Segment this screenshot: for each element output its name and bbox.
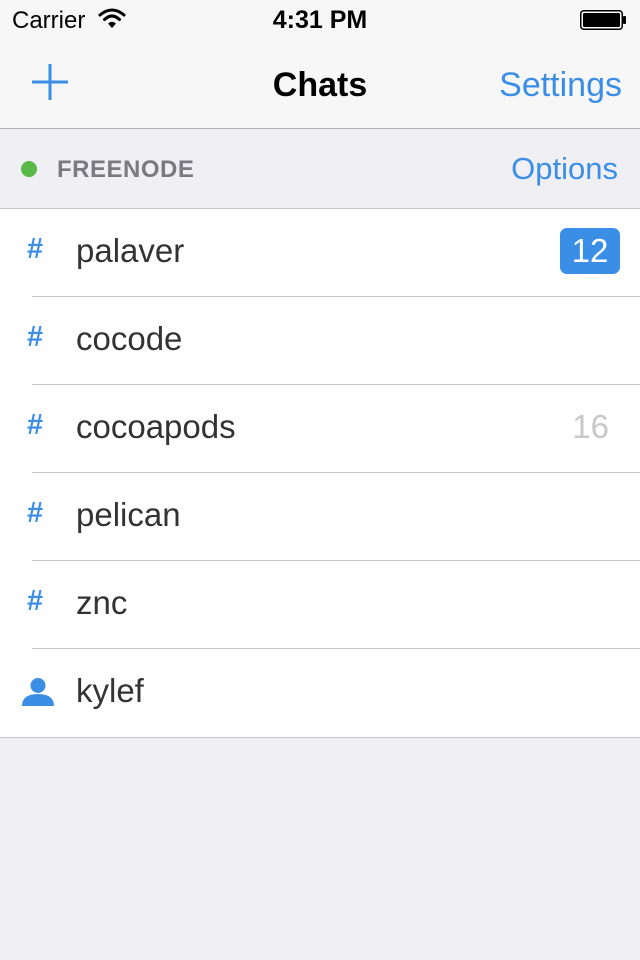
network-section-header: FREENODE Options bbox=[0, 129, 640, 209]
message-count: 16 bbox=[572, 408, 609, 445]
battery-icon bbox=[580, 10, 626, 30]
chat-row-znc[interactable]: # znc bbox=[0, 561, 640, 649]
chat-row-kylef[interactable]: kylef bbox=[0, 649, 640, 737]
connection-status-dot bbox=[21, 161, 37, 177]
settings-button[interactable]: Settings bbox=[499, 66, 622, 105]
chat-name: pelican bbox=[76, 496, 181, 533]
hash-icon: # bbox=[27, 585, 44, 617]
hash-icon: # bbox=[27, 321, 44, 353]
unread-badge: 12 bbox=[560, 228, 620, 274]
chat-name: cocode bbox=[76, 320, 183, 357]
chat-row-cocoapods[interactable]: # cocoapods 16 bbox=[0, 385, 640, 473]
navigation-bar: Chats Settings bbox=[0, 40, 640, 129]
chat-name: palaver bbox=[76, 232, 185, 269]
hash-icon: # bbox=[27, 233, 44, 265]
hash-icon: # bbox=[27, 497, 44, 529]
chat-row-pelican[interactable]: # pelican bbox=[0, 473, 640, 561]
chat-row-palaver[interactable]: # palaver 12 bbox=[0, 209, 640, 297]
network-name: FREENODE bbox=[57, 156, 195, 183]
options-button[interactable]: Options bbox=[511, 151, 618, 187]
chat-name: znc bbox=[76, 584, 128, 621]
status-bar: Carrier 4:31 PM bbox=[0, 0, 640, 40]
chat-name: kylef bbox=[76, 672, 144, 709]
person-icon bbox=[22, 678, 54, 706]
status-time: 4:31 PM bbox=[272, 6, 368, 34]
chat-list: # palaver 12 # cocode # cocoapods 16 # p… bbox=[0, 209, 640, 738]
hash-icon: # bbox=[27, 409, 44, 441]
chat-name: cocoapods bbox=[76, 408, 236, 445]
chat-row-cocode[interactable]: # cocode bbox=[0, 297, 640, 385]
